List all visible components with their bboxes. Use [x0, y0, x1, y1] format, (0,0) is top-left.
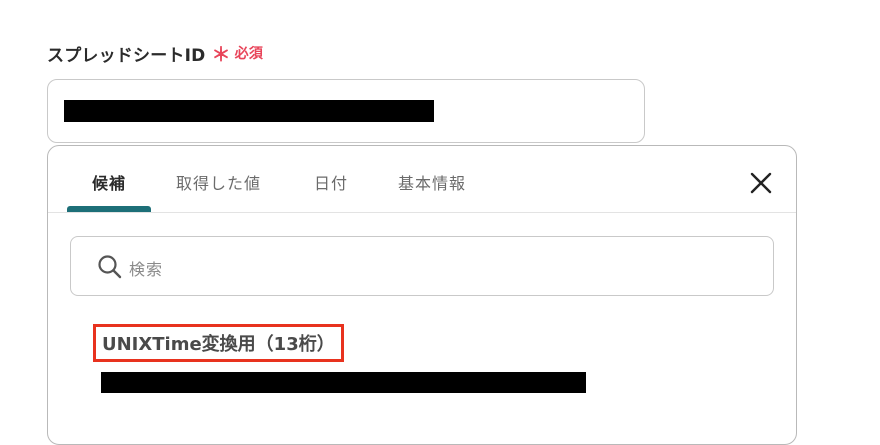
list-item[interactable]: UNIXTime変換用（13桁） — [93, 324, 653, 394]
tab-candidates[interactable]: 候補 — [92, 170, 126, 194]
search-input[interactable]: 検索 — [70, 236, 774, 296]
field-label-text: スプレッドシートID — [47, 45, 206, 66]
active-tab-indicator — [67, 206, 151, 212]
tab-bar: 候補 取得した値 日付 基本情報 — [48, 146, 796, 213]
option-title: UNIXTime変換用（13桁） — [102, 334, 335, 355]
redacted-input-value — [64, 100, 434, 122]
search-placeholder: 検索 — [129, 260, 164, 279]
tab-date[interactable]: 日付 — [314, 170, 348, 194]
close-icon[interactable] — [748, 170, 774, 196]
suggestion-panel: 候補 取得した値 日付 基本情報 検索 UNIXTime変換用（13桁） — [47, 145, 797, 445]
redacted-option-value — [101, 372, 586, 393]
required-text: 必須 — [234, 46, 264, 62]
tab-basic-info[interactable]: 基本情報 — [398, 170, 466, 194]
required-mark: ＊ — [211, 43, 231, 66]
field-label: スプレッドシートID ＊ 必須 — [47, 40, 263, 66]
tab-acquired-values[interactable]: 取得した値 — [176, 170, 261, 194]
search-icon — [97, 254, 123, 280]
highlight-box: UNIXTime変換用（13桁） — [93, 324, 344, 362]
